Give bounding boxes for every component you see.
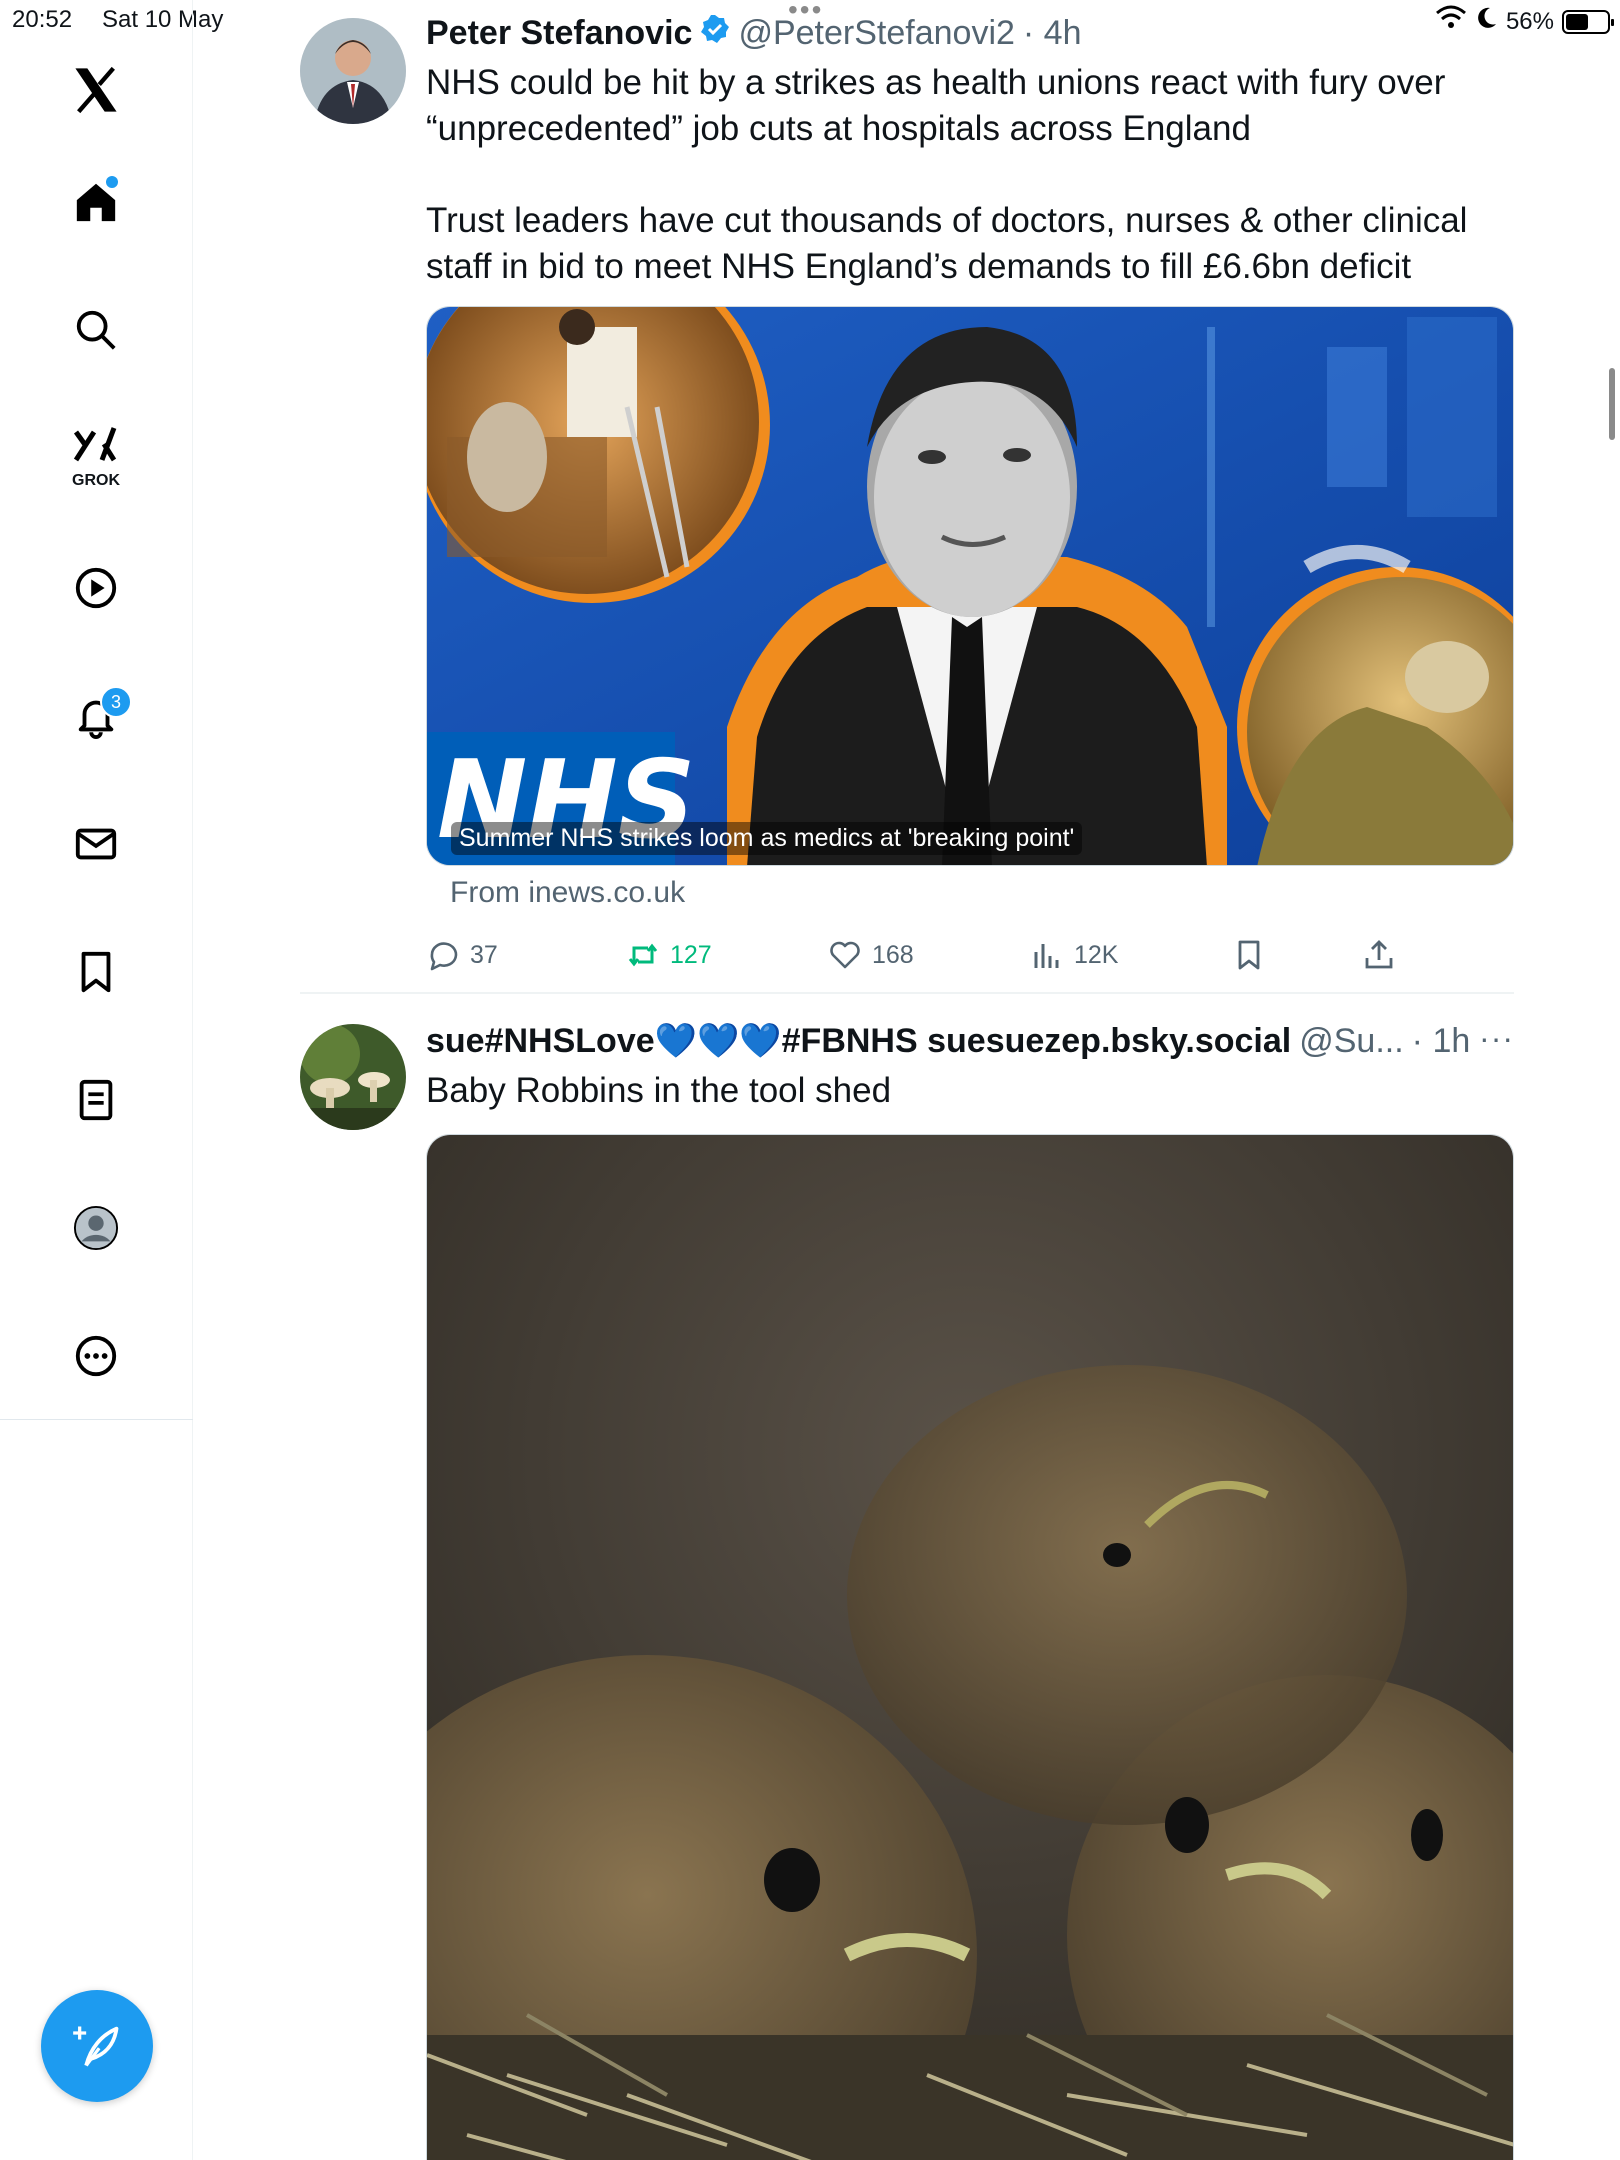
card-headline[interactable]: Summer NHS strikes loom as medics at 'br… bbox=[451, 822, 1083, 855]
tweet-header: sue#NHSLove💙💙💙#FBNHS suesuezep.bsky.soci… bbox=[426, 1020, 1514, 1062]
tweet-actions: 37 127 168 12K bbox=[426, 930, 1514, 980]
author-handle[interactable]: @Su... bbox=[1299, 1022, 1403, 1061]
author-name[interactable]: Peter Stefanovic bbox=[426, 14, 692, 53]
notifications-icon[interactable]: 3 bbox=[66, 686, 132, 746]
battery-icon bbox=[1562, 9, 1614, 34]
like-button[interactable]: 168 bbox=[828, 938, 1030, 972]
retweet-count: 127 bbox=[670, 940, 712, 969]
grok-label: GROK bbox=[72, 472, 120, 489]
messages-icon[interactable] bbox=[66, 814, 126, 874]
bookmark-icon bbox=[1238, 940, 1260, 970]
video-icon[interactable] bbox=[66, 558, 126, 618]
card-image-graphic: NHS bbox=[427, 307, 1513, 865]
sidebar-divider bbox=[0, 1419, 193, 1420]
reply-button[interactable]: 37 bbox=[426, 938, 626, 972]
grok-nav-item[interactable]: GROK bbox=[66, 424, 126, 500]
avatar[interactable] bbox=[300, 18, 406, 124]
author-handle[interactable]: @PeterStefanovi2 bbox=[738, 14, 1014, 53]
analytics-icon bbox=[1034, 944, 1059, 968]
reply-count: 37 bbox=[470, 940, 498, 969]
lists-icon[interactable] bbox=[66, 1070, 126, 1130]
bookmarks-icon[interactable] bbox=[66, 942, 126, 1002]
avatar[interactable] bbox=[300, 1024, 406, 1130]
more-options-icon[interactable] bbox=[66, 1326, 126, 1386]
view-count: 12K bbox=[1074, 940, 1119, 969]
profile-icon[interactable] bbox=[66, 1198, 126, 1258]
notifications-badge: 3 bbox=[100, 686, 132, 718]
tweet[interactable]: sue#NHSLove💙💙💙#FBNHS suesuezep.bsky.soci… bbox=[300, 1020, 1514, 2160]
scrollbar-thumb[interactable] bbox=[1609, 368, 1615, 440]
tweet[interactable]: Peter Stefanovic @PeterStefanovi2 · 4h N… bbox=[300, 12, 1514, 992]
home-icon[interactable] bbox=[66, 172, 126, 232]
retweet-button[interactable]: 127 bbox=[626, 938, 828, 972]
sidebar: GROK 3 bbox=[0, 0, 193, 2160]
compose-post-button[interactable] bbox=[41, 1990, 153, 2102]
compose-feather-icon bbox=[73, 2026, 119, 2067]
retweet-icon bbox=[628, 943, 658, 967]
tweet-photo[interactable] bbox=[426, 1134, 1514, 2160]
tweet-header: Peter Stefanovic @PeterStefanovi2 · 4h bbox=[426, 12, 1514, 54]
search-icon[interactable] bbox=[66, 300, 126, 360]
tweet-timestamp[interactable]: · 4h bbox=[1023, 14, 1082, 53]
views-button[interactable]: 12K bbox=[1030, 938, 1232, 972]
reply-icon bbox=[430, 942, 458, 971]
home-unread-dot bbox=[106, 176, 118, 188]
x-logo-icon[interactable] bbox=[66, 60, 126, 120]
robins-photo-graphic bbox=[427, 1135, 1513, 2160]
link-card-image[interactable]: NHS Summer NHS strikes loom as medics at… bbox=[426, 306, 1514, 866]
tweet-more-options-button[interactable]: ··· bbox=[1479, 1020, 1514, 1057]
share-icon bbox=[1365, 940, 1393, 969]
verified-badge-icon bbox=[700, 14, 730, 53]
bookmark-button[interactable] bbox=[1232, 938, 1362, 972]
grok-icon bbox=[73, 427, 117, 462]
like-count: 168 bbox=[872, 940, 914, 969]
card-source[interactable]: From inews.co.uk bbox=[450, 876, 1514, 910]
heart-icon bbox=[830, 941, 860, 969]
share-button[interactable] bbox=[1362, 938, 1442, 972]
tweet-text: NHS could be hit by a strikes as health … bbox=[426, 63, 1468, 286]
author-name[interactable]: sue#NHSLove💙💙💙#FBNHS suesuezep.bsky.soci… bbox=[426, 1021, 1291, 1061]
tweet-text: Baby Robbins in the tool shed bbox=[426, 1071, 892, 1110]
tweet-timestamp[interactable]: · 1h bbox=[1412, 1022, 1471, 1061]
tweet-divider bbox=[300, 992, 1514, 994]
